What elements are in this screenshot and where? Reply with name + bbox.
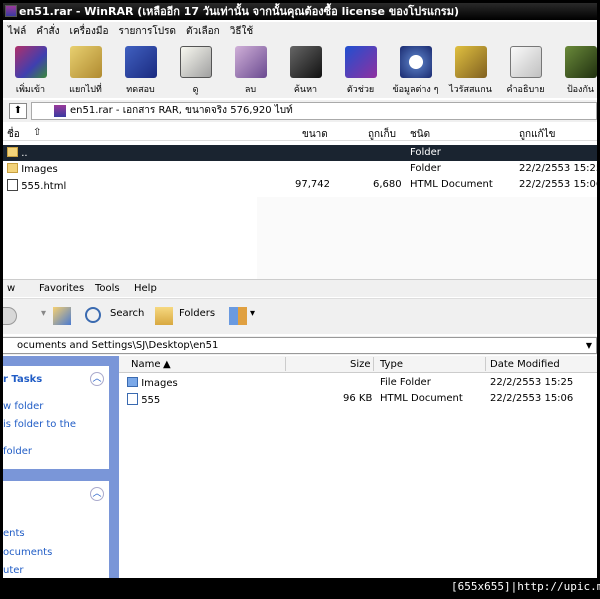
winrar-address-field[interactable]: en51.rar - เอกสาร RAR, ขนาดจริง 576,920 … — [31, 102, 597, 120]
explorer-address-bar: ocuments and Settings\SJ\Desktop\en51 ▼ — [3, 336, 597, 355]
folders-button[interactable]: Folders — [179, 308, 215, 319]
col-type[interactable]: ชนิด — [410, 127, 430, 142]
up-folder-icon[interactable] — [53, 307, 71, 325]
winrar-title-text: en51.rar - WinRAR (เหลืออีก 17 วันเท่านั… — [19, 5, 459, 18]
rar-archive-icon — [54, 105, 66, 117]
menu-favorites[interactable]: รายการโปรด — [114, 24, 181, 39]
winrar-address-text: en51.rar - เอกสาร RAR, ขนาดจริง 576,920 … — [70, 105, 293, 116]
task-publish-folder[interactable]: is folder to the — [3, 419, 76, 430]
find-icon — [290, 46, 322, 78]
search-button[interactable]: Search — [110, 308, 144, 319]
collapse-chevron-icon[interactable]: ︿ — [90, 487, 104, 501]
folder-icon — [127, 377, 138, 387]
menu-favorites[interactable]: Favorites — [39, 283, 84, 294]
explorer-address-text: ocuments and Settings\SJ\Desktop\en51 — [17, 340, 219, 351]
winrar-app-icon — [5, 5, 17, 17]
screenshot-frame: en51.rar - WinRAR (เหลืออีก 17 วันเท่านั… — [3, 3, 597, 578]
col-name[interactable]: ชื่อ — [7, 127, 20, 142]
protect-button[interactable]: ป้องกัน — [553, 40, 597, 98]
menu-tools[interactable]: Tools — [95, 283, 120, 294]
winrar-column-headers: ชื่อ ⇧ ขนาด ถูกเก็บ ชนิด ถูกแก้ไข — [3, 124, 597, 141]
wizard-icon — [345, 46, 377, 78]
up-folder-button[interactable]: ⬆ — [9, 103, 27, 119]
table-row[interactable]: .. Folder — [3, 145, 597, 161]
menu-view[interactable]: w — [7, 283, 15, 294]
dropdown-arrow-icon[interactable]: ▾ — [41, 308, 46, 319]
folder-icon — [7, 147, 18, 157]
watermark: [655x655]|http://upic.me/ — [451, 580, 600, 593]
table-row[interactable]: Images Folder 22/2/2553 15:25 — [3, 161, 597, 177]
explorer-toolbar: ▾ Search Folders ▾ — [3, 298, 597, 334]
comment-icon — [510, 46, 542, 78]
view-icon — [180, 46, 212, 78]
test-button[interactable]: ทดสอบ — [113, 40, 168, 98]
col-type[interactable]: Type — [380, 359, 403, 370]
menu-help[interactable]: วิธีใช้ — [225, 24, 258, 39]
forward-icon[interactable] — [3, 307, 17, 325]
explorer-column-headers: Name ▲ Size Type Date Modified — [119, 356, 597, 373]
other-places-panel: ︿ ents ocuments uter — [3, 481, 109, 578]
task-share-folder[interactable]: folder — [3, 446, 32, 457]
winrar-menu-bar: ไฟล์ คำสั่ง เครื่องมือ รายการโปรด ตัวเลื… — [3, 22, 597, 40]
virus-scan-button[interactable]: ไวรัสสแกน — [443, 40, 498, 98]
folders-icon — [155, 307, 173, 325]
views-dropdown-icon[interactable]: ▾ — [250, 308, 255, 319]
sort-ascending-icon: ▲ — [163, 359, 171, 370]
winrar-title-bar: en51.rar - WinRAR (เหลืออีก 17 วันเท่านั… — [3, 3, 597, 20]
delete-icon — [235, 46, 267, 78]
up-arrow-icon: ⬆ — [13, 105, 23, 116]
delete-button[interactable]: ลบ — [223, 40, 278, 98]
col-modified[interactable]: ถูกแก้ไข — [519, 127, 555, 142]
place-my-computer[interactable]: uter — [3, 565, 24, 576]
explorer-file-list: Name ▲ Size Type Date Modified Images Fi… — [119, 356, 597, 578]
col-size[interactable]: ขนาด — [302, 127, 328, 142]
sort-up-icon: ⇧ — [33, 127, 42, 138]
view-button[interactable]: ดู — [168, 40, 223, 98]
col-date-modified[interactable]: Date Modified — [490, 359, 560, 370]
explorer-menu-bar: w Favorites Tools Help — [3, 279, 597, 297]
html-file-icon — [127, 393, 138, 405]
virus-scan-icon — [455, 46, 487, 78]
add-icon — [15, 46, 47, 78]
tasks-heading[interactable]: r Tasks — [3, 374, 42, 385]
menu-help[interactable]: Help — [134, 283, 157, 294]
views-icon[interactable] — [229, 307, 247, 325]
menu-file[interactable]: ไฟล์ — [3, 24, 31, 39]
task-new-folder[interactable]: w folder — [3, 401, 43, 412]
address-dropdown-icon[interactable]: ▼ — [582, 338, 596, 353]
place-shared-documents[interactable]: ocuments — [3, 547, 52, 558]
winrar-empty-area — [257, 197, 597, 279]
menu-tools[interactable]: เครื่องมือ — [65, 24, 114, 39]
search-icon — [85, 307, 101, 323]
col-size[interactable]: Size — [350, 359, 371, 370]
table-row[interactable]: 555.html 97,742 6,680 HTML Document 22/2… — [3, 177, 597, 193]
winrar-toolbar: เพิ่มเข้า แยกไปที่ ทดสอบ ดู ลบ ค้นหา ตัว… — [3, 40, 597, 98]
place-my-documents[interactable]: ents — [3, 528, 25, 539]
info-button[interactable]: ข้อมูลต่าง ๆ — [388, 40, 443, 98]
explorer-task-pane: r Tasks ︿ w folder is folder to the fold… — [3, 356, 119, 578]
list-item[interactable]: 555 96 KB HTML Document 22/2/2553 15:06 — [119, 391, 597, 407]
info-icon — [400, 46, 432, 78]
test-icon — [125, 46, 157, 78]
html-file-icon — [7, 179, 18, 191]
extract-icon — [70, 46, 102, 78]
menu-options[interactable]: ตัวเลือก — [181, 24, 225, 39]
winrar-address-bar: ⬆ en51.rar - เอกสาร RAR, ขนาดจริง 576,92… — [3, 100, 597, 122]
file-folder-tasks-panel: r Tasks ︿ w folder is folder to the fold… — [3, 366, 109, 469]
comment-button[interactable]: คำอธิบาย — [498, 40, 553, 98]
explorer-address-field[interactable]: ocuments and Settings\SJ\Desktop\en51 ▼ — [3, 337, 597, 354]
protect-icon — [565, 46, 597, 78]
list-item[interactable]: Images File Folder 22/2/2553 15:25 — [119, 375, 597, 391]
find-button[interactable]: ค้นหา — [278, 40, 333, 98]
folder-icon — [7, 163, 18, 173]
col-packed[interactable]: ถูกเก็บ — [368, 127, 396, 142]
add-button[interactable]: เพิ่มเข้า — [3, 40, 58, 98]
collapse-chevron-icon[interactable]: ︿ — [90, 372, 104, 386]
extract-button[interactable]: แยกไปที่ — [58, 40, 113, 98]
col-name[interactable]: Name — [131, 359, 161, 370]
wizard-button[interactable]: ตัวช่วย — [333, 40, 388, 98]
menu-commands[interactable]: คำสั่ง — [31, 24, 64, 39]
